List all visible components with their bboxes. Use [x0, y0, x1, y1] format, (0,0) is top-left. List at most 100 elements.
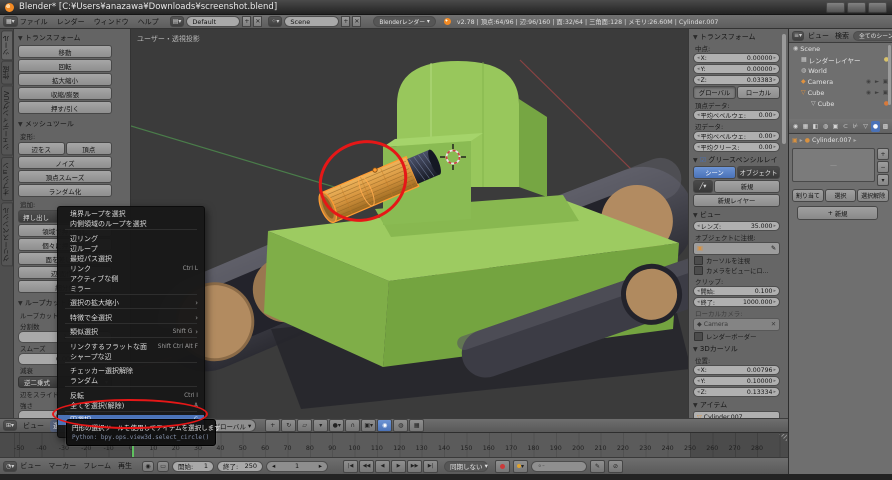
menu-item[interactable]: 境界ループを選択	[58, 209, 204, 219]
preview-range-icon[interactable]: ◉	[142, 461, 154, 472]
panel-title-item[interactable]: ▼ アイテム	[693, 398, 780, 411]
new-layer-button[interactable]: 新規レイヤー	[693, 194, 780, 207]
number-field[interactable]: ◂Y:0.10000▸	[693, 376, 780, 386]
tool-button[interactable]: 押す/引く	[18, 101, 112, 114]
grease-scene-button[interactable]: シーン	[693, 166, 736, 179]
tool-button[interactable]: 回転	[18, 59, 112, 72]
screen-layout-field[interactable]: Default	[186, 16, 240, 27]
add-scene-button[interactable]: +	[341, 16, 350, 27]
auto-keyframe-button[interactable]	[495, 460, 510, 473]
tab-object-icon[interactable]: ▣	[831, 121, 840, 132]
grease-new-button[interactable]: 新規	[714, 180, 780, 193]
timeline-menu-item[interactable]: フレーム	[83, 461, 111, 471]
global-button[interactable]: グローバル	[693, 86, 736, 99]
play-button[interactable]: ▶	[391, 460, 406, 473]
tool-button[interactable]: 移動	[18, 45, 112, 58]
menubar-item[interactable]: レンダー	[57, 17, 85, 27]
number-field[interactable]: ◂X:0.00000▸	[693, 53, 780, 63]
material-slot-list[interactable]: —	[792, 148, 875, 182]
outliner-menu-item[interactable]: ビュー	[808, 31, 829, 41]
tool-button[interactable]: 収縮/膨張	[18, 87, 112, 100]
menu-item[interactable]: 特徴で全選択 ›	[58, 313, 204, 323]
tool-button[interactable]: 頂点	[66, 142, 113, 155]
restrict-icons[interactable]: ◉ ► ▣	[866, 79, 889, 85]
slot-specials-button[interactable]: ▾	[877, 174, 889, 186]
number-field[interactable]: ◂Z:0.13334▸	[693, 387, 780, 397]
editor-type-icon[interactable]: ◔▾	[3, 461, 17, 472]
lock-object-field[interactable]: ▣✎	[693, 242, 780, 255]
panel-title-grease-pencil[interactable]: ▼ ☑ グリースペンシルレイ	[693, 153, 780, 166]
prev-keyframe-button[interactable]: ◀◀	[359, 460, 374, 473]
outliner-menu-item[interactable]: 検索	[835, 31, 849, 41]
lens-field[interactable]: ◂レンズ:35.000▸	[693, 221, 780, 231]
tab-data-icon[interactable]: ▽	[861, 121, 870, 132]
view-menu[interactable]: ビュー	[20, 420, 47, 432]
menu-item[interactable]: シャープな辺	[58, 352, 204, 362]
frame-lock-icon[interactable]: ▭	[157, 461, 169, 472]
outliner-row[interactable]: ◍ World ● ● ◉ ► ▣	[789, 65, 892, 76]
select-button[interactable]: 選択	[825, 189, 857, 202]
delete-layout-button[interactable]: ✕	[253, 16, 262, 27]
panel-title-transform[interactable]: ▼ トランスフォーム	[14, 31, 130, 44]
menu-item[interactable]: 選択の拡大縮小 ›	[58, 298, 204, 308]
manipulator-space-icon[interactable]: ▾	[313, 419, 328, 432]
scene-field[interactable]: Scene	[284, 16, 339, 27]
outliner-row[interactable]: ▽ Cube ● ● ◉ ► ▣	[789, 87, 892, 98]
panel-title-3d-cursor[interactable]: ▼ 3Dカーソル	[693, 342, 780, 355]
maximize-button[interactable]	[847, 2, 866, 13]
current-frame-field[interactable]: ◂1▸	[266, 461, 328, 472]
tab-render-layers-icon[interactable]: ▦	[801, 121, 810, 132]
menu-item[interactable]: ランダム	[58, 376, 204, 386]
number-field[interactable]: ◂開始:0.100▸	[693, 286, 780, 296]
assign-button[interactable]: 割り当て	[792, 189, 824, 202]
tool-button[interactable]: ランダム化	[18, 184, 112, 197]
tab-world-icon[interactable]: ◍	[821, 121, 830, 132]
menubar-item[interactable]: ファイル	[20, 17, 48, 27]
timeline-menu-item[interactable]: 再生	[118, 461, 132, 471]
snap-target-icon[interactable]: ◉	[377, 419, 392, 432]
editor-type-icon[interactable]: ▦▾	[3, 16, 18, 27]
grease-draw-icon[interactable]: ╱▾	[693, 180, 713, 193]
viewport-canvas[interactable]	[131, 29, 688, 418]
outliner-row[interactable]: ◉ Scene ● ● ◉ ► ▣	[789, 43, 892, 54]
lock-camera-checkbox[interactable]: カメラをビューにロ...	[694, 266, 776, 275]
scrollbar[interactable]	[888, 45, 891, 105]
tool-button[interactable]: ノイズ	[18, 156, 112, 169]
item-name-field[interactable]: ▽Cylinder.007	[693, 411, 780, 418]
minimize-button[interactable]	[826, 2, 845, 13]
tool-shelf-tab[interactable]: オプション	[1, 157, 13, 201]
jump-to-start-button[interactable]: |◀	[343, 460, 358, 473]
menu-item[interactable]: 最短パス選択	[58, 254, 204, 264]
scene-icon[interactable]: ⁘▾	[268, 16, 282, 27]
panel-title-view[interactable]: ▼ ビュー	[693, 208, 780, 221]
tool-shelf-tab[interactable]: 作成	[1, 61, 13, 85]
menu-item[interactable]: アクティブな側	[58, 274, 204, 284]
tool-button[interactable]: 辺をス	[18, 142, 65, 155]
deselect-button[interactable]: 選択解除	[857, 189, 889, 202]
proportional-edit-icon[interactable]: ●▾	[329, 419, 344, 432]
outliner-row[interactable]: ▽ Cube ● ● ◉ ► ▣	[789, 98, 892, 109]
next-keyframe-button[interactable]: ▶▶	[407, 460, 422, 473]
keying-set-field[interactable]: ⚬╴	[531, 461, 587, 472]
menu-item[interactable]: リンク Ctrl L	[58, 264, 204, 274]
scrollbar[interactable]	[782, 34, 786, 144]
menu-item[interactable]: 辺ループ	[58, 244, 204, 254]
timeline-menu-item[interactable]: マーカー	[48, 461, 76, 471]
display-filter-select[interactable]: 全てのシーン▾	[853, 31, 892, 41]
render-opengl-anim-icon[interactable]: ▦	[409, 419, 424, 432]
viewport-3d[interactable]: ユーザー・透視投影	[131, 29, 688, 418]
manipulator-rotate-icon[interactable]: ↻	[281, 419, 296, 432]
tab-material-icon[interactable]: ●	[871, 121, 880, 132]
editor-type-icon[interactable]: ≡▾	[792, 31, 804, 41]
grease-object-button[interactable]: オブジェクト	[737, 166, 780, 179]
number-field[interactable]: ◂X:0.00796▸	[693, 365, 780, 375]
render-border-checkbox[interactable]: レンダーボーダー	[694, 332, 776, 341]
local-button[interactable]: ローカル	[737, 86, 780, 99]
menu-item[interactable]: チェッカー選択解除	[58, 366, 204, 376]
keying-set-menu-icon[interactable]: ▾	[513, 460, 528, 473]
delete-scene-button[interactable]: ✕	[352, 16, 361, 27]
manipulator-scale-icon[interactable]: ▱	[297, 419, 312, 432]
menu-item[interactable]: 辺リング	[58, 234, 204, 244]
tool-button[interactable]: 拡大縮小	[18, 73, 112, 86]
tool-shelf-tab[interactable]: ツール	[1, 30, 13, 60]
